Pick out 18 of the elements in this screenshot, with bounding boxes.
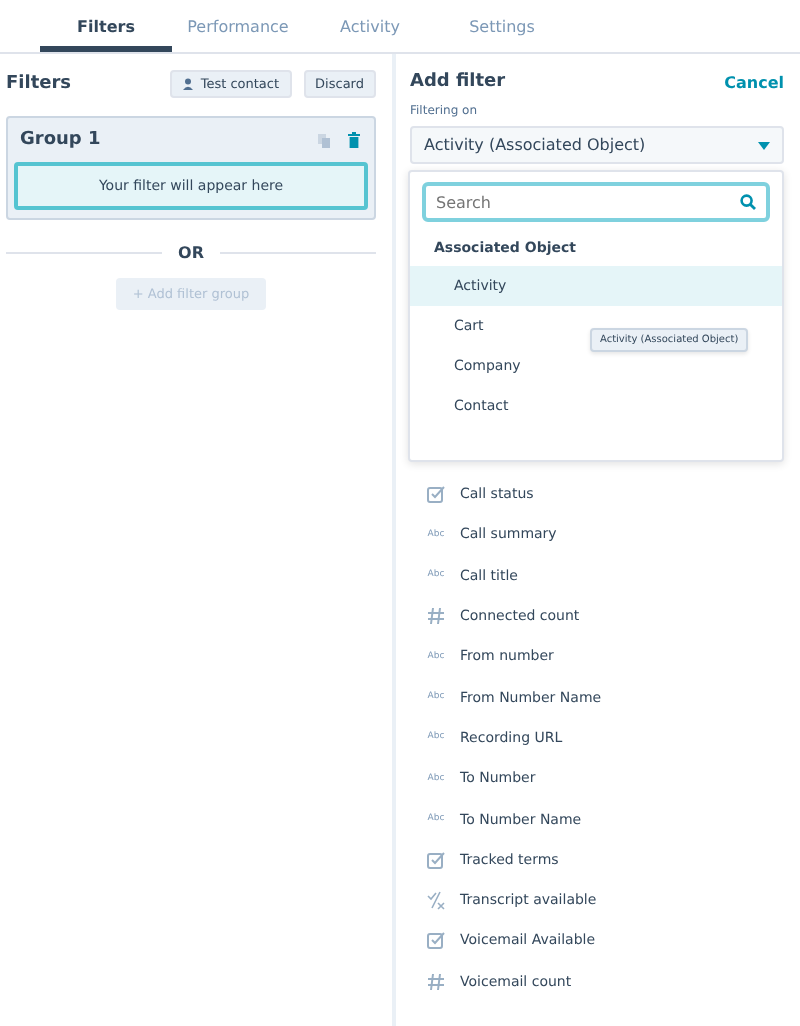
checklist-icon bbox=[426, 849, 446, 870]
group-title: Group 1 bbox=[20, 130, 101, 150]
hash-icon bbox=[426, 971, 446, 992]
panel-title: Add filter bbox=[410, 72, 506, 92]
hash-icon bbox=[426, 606, 446, 627]
tab[interactable]: Filters bbox=[40, 0, 172, 52]
checklist-icon bbox=[426, 484, 446, 505]
search-icon bbox=[740, 194, 756, 210]
check-cross-icon bbox=[426, 890, 446, 911]
cancel-link[interactable]: Cancel bbox=[724, 73, 784, 91]
trash-icon[interactable] bbox=[348, 132, 360, 148]
person-icon bbox=[182, 78, 195, 90]
checklist-icon bbox=[426, 930, 446, 951]
or-separator-text: OR bbox=[178, 244, 204, 262]
panel-title: Filters bbox=[6, 74, 72, 94]
caret-icon bbox=[758, 141, 770, 149]
object-select[interactable]: Activity (Associated Object) bbox=[410, 126, 784, 164]
search-field[interactable]: Search bbox=[422, 182, 770, 222]
